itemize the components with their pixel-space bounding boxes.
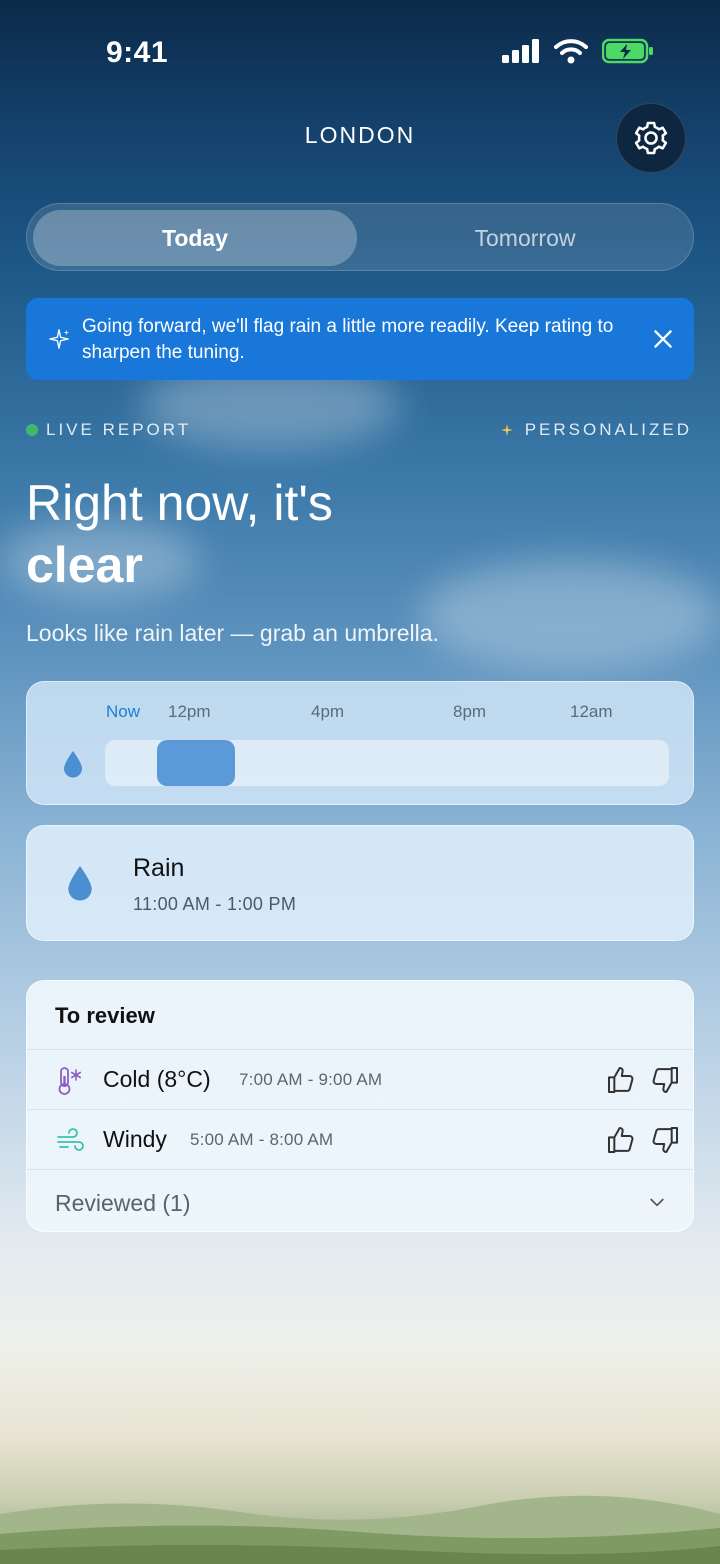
hills-landscape xyxy=(0,1495,720,1564)
personalized-indicator: PERSONALIZED xyxy=(499,420,692,440)
timeline-label-4pm: 4pm xyxy=(311,702,345,721)
live-dot-icon xyxy=(26,424,38,436)
thumbs-up-icon[interactable] xyxy=(605,1064,637,1096)
tab-today[interactable]: Today xyxy=(33,210,357,266)
current-conditions-headline: Right now, it's clear xyxy=(26,472,333,596)
reviewed-toggle[interactable]: Reviewed (1) xyxy=(27,1169,693,1231)
timeline-label-12pm: 12pm xyxy=(168,702,211,721)
cellular-signal-icon xyxy=(502,39,539,63)
timeline-label-now: Now xyxy=(106,702,141,721)
status-icons xyxy=(502,38,654,64)
battery-charging-icon xyxy=(602,38,653,64)
tuning-banner: Going forward, we'll flag rain a little … xyxy=(26,298,694,380)
headline-condition: clear xyxy=(26,537,143,593)
review-item-name: Cold (8°C) xyxy=(103,1066,211,1092)
sparkle-icon xyxy=(500,424,513,436)
wind-icon xyxy=(57,1128,84,1151)
review-item-range: 7:00 AM - 9:00 AM xyxy=(239,1070,383,1089)
settings-button[interactable] xyxy=(616,103,686,173)
banner-message: Going forward, we'll flag rain a little … xyxy=(82,316,614,363)
reviewed-label: Reviewed (1) xyxy=(55,1190,191,1216)
tab-tomorrow[interactable]: Tomorrow xyxy=(361,210,689,266)
thumbs-down-icon[interactable] xyxy=(649,1124,681,1156)
close-icon[interactable] xyxy=(650,326,676,352)
live-report-indicator: LIVE REPORT xyxy=(26,420,191,440)
city-title: LONDON xyxy=(304,122,416,148)
to-review-title: To review xyxy=(55,1003,155,1028)
to-review-card: To review Cold (8°C) 7:00 AM - 9:00 AM W… xyxy=(26,980,694,1232)
live-report-label: LIVE REPORT xyxy=(46,420,192,439)
raindrop-icon xyxy=(68,866,92,901)
rain-event-title: Rain xyxy=(133,854,185,882)
thumbs-up-icon[interactable] xyxy=(605,1124,637,1156)
rain-event-card[interactable]: Rain 11:00 AM - 1:00 PM xyxy=(26,825,694,941)
sparkle-icon xyxy=(49,329,70,349)
chevron-down-icon xyxy=(650,1198,664,1207)
status-time: 9:41 xyxy=(106,36,169,69)
cloud-wisp xyxy=(420,560,720,670)
timeline-label-8pm: 8pm xyxy=(453,702,487,721)
headline-prefix: Right now, it's xyxy=(26,475,333,531)
day-segmented-control: Today Tomorrow xyxy=(26,203,694,271)
review-item-name: Windy xyxy=(103,1126,167,1152)
raindrop-icon xyxy=(64,751,82,778)
timeline-label-12am: 12am xyxy=(570,702,613,721)
wifi-icon xyxy=(554,39,588,64)
thumbs-down-icon[interactable] xyxy=(649,1064,681,1096)
forecast-summary: Looks like rain later — grab an umbrella… xyxy=(26,620,439,646)
review-item-windy: Windy 5:00 AM - 8:00 AM xyxy=(27,1109,693,1169)
review-item-range: 5:00 AM - 8:00 AM xyxy=(190,1130,334,1149)
personalized-label: PERSONALIZED xyxy=(524,420,692,439)
review-item-cold: Cold (8°C) 7:00 AM - 9:00 AM xyxy=(27,1049,693,1109)
thermometer-snow-icon xyxy=(58,1067,82,1095)
timeline-track xyxy=(105,740,669,786)
gear-icon xyxy=(634,121,668,155)
status-bar: 9:41 xyxy=(0,0,720,100)
timeline-rain-block[interactable] xyxy=(156,740,235,786)
rain-event-range: 11:00 AM - 1:00 PM xyxy=(133,894,297,914)
precipitation-timeline: Now 12pm 4pm 8pm 12am xyxy=(26,681,694,805)
